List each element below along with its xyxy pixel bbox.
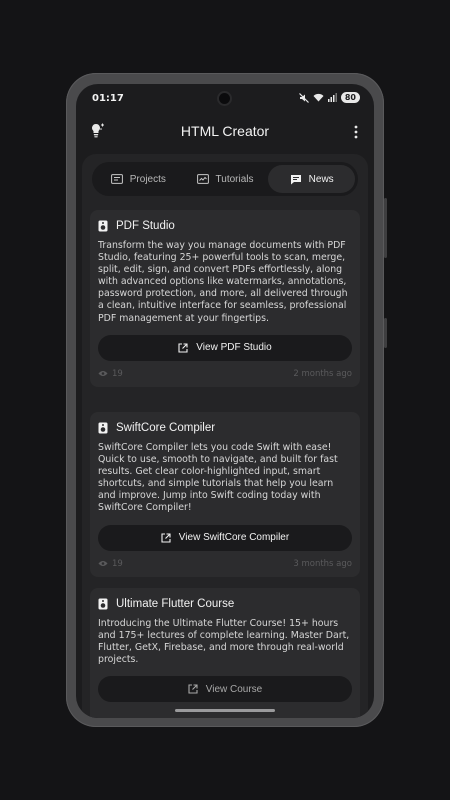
open-external-icon [188, 684, 198, 694]
status-time: 01:17 [92, 93, 124, 104]
lightbulb-icon[interactable] [90, 122, 106, 144]
view-count: 19 [98, 559, 123, 569]
open-external-icon [178, 343, 188, 353]
tab-projects-label: Projects [129, 173, 166, 185]
front-camera [219, 93, 230, 104]
tab-tutorials[interactable]: Tutorials [182, 165, 269, 193]
eye-icon [98, 561, 108, 567]
news-card-description: Introducing the Ultimate Flutter Course!… [98, 618, 350, 666]
news-card-meta: 19 3 months ago [98, 559, 352, 569]
status-icons: 80 [298, 92, 360, 103]
mute-icon [298, 92, 309, 103]
battery-badge: 80 [340, 92, 360, 103]
view-swiftcore-compiler-button[interactable]: View SwiftCore Compiler [98, 524, 352, 551]
volume-button [384, 198, 387, 258]
news-card-time: 2 months ago [293, 368, 352, 379]
view-button-label: View Course [205, 683, 263, 695]
view-course-button[interactable]: View Course [98, 676, 352, 703]
speaker-icon [98, 598, 108, 610]
news-card-title: SwiftCore Compiler [116, 422, 216, 434]
phone-screen: 01:17 80 HTML Creator Projects Tutorials… [76, 84, 374, 718]
news-card-title: PDF Studio [116, 220, 175, 232]
power-button [384, 318, 387, 348]
home-indicator[interactable] [175, 709, 275, 712]
signal-icon [327, 93, 337, 102]
eye-icon [98, 371, 108, 377]
more-vert-icon[interactable] [354, 124, 358, 143]
news-card-header: Ultimate Flutter Course [98, 596, 352, 612]
news-card-description: SwiftCore Compiler lets you code Swift w… [98, 442, 338, 514]
main-content: Projects Tutorials News PDF Studio Trans… [82, 154, 368, 718]
view-count-value: 19 [112, 558, 123, 569]
news-icon [290, 174, 301, 184]
view-count-value: 19 [112, 368, 123, 379]
tab-news[interactable]: News [268, 165, 356, 193]
view-button-label: View PDF Studio [196, 342, 272, 354]
news-card: Ultimate Flutter Course Introducing the … [90, 588, 360, 718]
view-count: 19 [98, 369, 123, 379]
news-card-header: PDF Studio [98, 218, 352, 234]
tab-bar: Projects Tutorials News [92, 162, 358, 196]
speaker-icon [98, 220, 108, 232]
status-bar: 01:17 80 [76, 84, 374, 114]
app-title: HTML Creator [180, 123, 270, 139]
wifi-icon [313, 93, 324, 102]
tab-tutorials-label: Tutorials [215, 173, 254, 185]
news-card-description: Transform the way you manage documents w… [98, 240, 348, 324]
view-pdf-studio-button[interactable]: View PDF Studio [98, 334, 352, 361]
app-bar: HTML Creator [76, 116, 374, 146]
tab-news-label: News [308, 173, 334, 185]
view-button-label: View SwiftCore Compiler [178, 532, 290, 544]
tutorials-icon [196, 174, 209, 184]
projects-icon [110, 174, 123, 184]
news-card-time: 3 months ago [293, 558, 352, 569]
news-card: SwiftCore Compiler SwiftCore Compiler le… [90, 412, 360, 577]
tab-projects[interactable]: Projects [95, 165, 182, 193]
speaker-icon [98, 422, 108, 434]
news-card-header: SwiftCore Compiler [98, 420, 352, 436]
news-card: PDF Studio Transform the way you manage … [90, 210, 360, 387]
news-card-meta: 19 2 months ago [98, 369, 352, 379]
news-card-title: Ultimate Flutter Course [116, 598, 235, 610]
open-external-icon [161, 533, 171, 543]
